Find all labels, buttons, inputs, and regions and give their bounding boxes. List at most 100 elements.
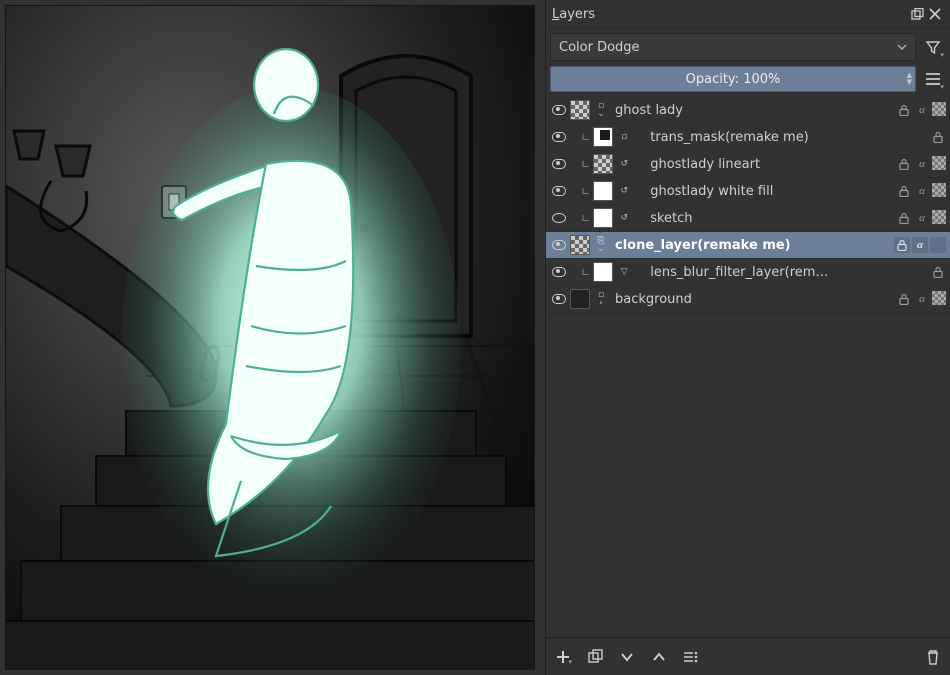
layer-name-label: ghostlady white fill [632,184,896,199]
move-layer-up-button[interactable] [648,646,670,668]
chevron-down-icon [897,44,907,50]
layer-row[interactable]: ▫⌄ghost lady α [546,97,950,124]
layer-props: α [896,291,948,307]
expand-toggle[interactable]: ▫› [595,291,607,307]
delete-layer-button[interactable] [922,646,944,668]
inherit-alpha-icon[interactable] [932,183,946,197]
layer-thumbnail [570,289,590,309]
layer-row[interactable]: ∟↺ghostlady white fillα [546,178,950,205]
lock-icon[interactable] [896,210,912,226]
inherit-alpha-icon[interactable] [932,210,946,224]
opacity-row: Opacity: 100% ▲▼ ▾ [546,65,950,97]
inherit-alpha-icon[interactable] [932,156,946,170]
lock-icon[interactable] [896,102,912,118]
add-layer-button[interactable]: ▾ [552,646,574,668]
opacity-spinner[interactable]: ▲▼ [907,72,912,86]
layer-thumbnail [593,154,613,174]
layer-thumbnail [570,235,590,255]
layers-panel: Layers Color Dodge ▾ Opacity: 100% ▲▼ ▾ [545,0,950,675]
layer-filter-button[interactable]: ▾ [920,33,946,61]
layer-props: α [896,102,948,118]
layer-props: α [896,156,948,172]
alpha-lock-icon[interactable]: α [914,102,930,118]
layer-props [930,264,948,280]
layer-name-label: lens_blur_filter_layer(rem… [632,265,930,280]
eye-open-icon [552,240,566,250]
eye-closed-icon [552,213,566,223]
eye-open-icon [552,267,566,277]
layer-thumbnail [593,127,613,147]
visibility-toggle[interactable] [548,267,570,277]
layers-list[interactable]: ▫⌄ghost ladyα∟▫trans_mask(remake me)∟↺gh… [546,97,950,637]
float-panel-button[interactable] [908,5,926,23]
layer-thumbnail [593,181,613,201]
expand-toggle[interactable]: ⎘⌄ [595,237,607,253]
visibility-toggle[interactable] [548,213,570,223]
layer-row[interactable]: ▫›background α [546,286,950,313]
layer-badge: ▽ [618,268,630,276]
chevron-down-icon: ▾ [568,658,572,666]
tree-indent: ∟ [570,266,593,279]
tree-indent: ∟ [570,212,593,225]
visibility-toggle[interactable] [548,186,570,196]
panel-header: Layers [546,0,950,29]
layer-thumbnail [570,100,590,120]
visibility-toggle[interactable] [548,294,570,304]
inherit-alpha-icon[interactable] [932,291,946,305]
layer-thumbnail [593,262,613,282]
layer-name-label: trans_mask(remake me) [632,130,930,145]
canvas[interactable] [5,5,535,670]
blend-mode-select[interactable]: Color Dodge [550,33,916,61]
duplicate-layer-button[interactable] [584,646,606,668]
visibility-toggle[interactable] [548,240,570,250]
visibility-toggle[interactable] [548,159,570,169]
alpha-lock-icon[interactable]: α [914,210,930,226]
layer-row[interactable]: ∟ ▫trans_mask(remake me) [546,124,950,151]
move-layer-down-button[interactable] [616,646,638,668]
lock-icon[interactable] [930,264,946,280]
layer-name-label: ghostlady lineart [632,157,896,172]
expand-toggle[interactable]: ▫⌄ [595,102,607,118]
lock-icon[interactable] [896,183,912,199]
opacity-slider[interactable]: Opacity: 100% ▲▼ [550,66,916,92]
tree-indent: ∟ [570,131,593,144]
tree-indent: ∟ [570,185,593,198]
layer-props [930,129,948,145]
layer-properties-button[interactable] [680,646,702,668]
lock-icon[interactable] [896,291,912,307]
lock-icon[interactable] [896,156,912,172]
layer-thumbnail [593,208,613,228]
lock-icon[interactable] [894,237,910,253]
chevron-down-icon: ▾ [940,51,944,59]
alpha-lock-icon[interactable]: α [912,237,928,253]
visibility-toggle[interactable] [548,132,570,142]
eye-open-icon [552,159,566,169]
layer-badge: ▫ [618,133,630,141]
layer-badge: ↺ [618,160,630,168]
close-panel-button[interactable] [926,5,944,23]
blend-mode-row: Color Dodge ▾ [546,29,950,65]
panel-menu-button[interactable]: ▾ [920,65,946,93]
alpha-lock-icon[interactable]: α [914,291,930,307]
eye-open-icon [552,105,566,115]
layer-name-label: ghost lady [609,103,896,118]
alpha-lock-icon[interactable]: α [914,183,930,199]
blend-mode-value: Color Dodge [559,40,640,55]
layers-bottom-bar: ▾ [546,637,950,675]
layer-props: α [896,210,948,226]
eye-open-icon [552,132,566,142]
lock-icon[interactable] [930,129,946,145]
layer-row[interactable]: ∟ ▽lens_blur_filter_layer(rem… [546,259,950,286]
visibility-toggle[interactable] [548,105,570,115]
prop-placeholder [930,237,946,253]
layer-row[interactable]: ∟↺ghostlady lineartα [546,151,950,178]
layer-name-label: sketch [632,211,896,226]
eye-open-icon [552,186,566,196]
layer-badge: ↺ [618,214,630,222]
canvas-area [0,0,545,675]
inherit-alpha-icon[interactable] [932,102,946,116]
layer-name-label: background [609,292,896,307]
alpha-lock-icon[interactable]: α [914,156,930,172]
layer-row[interactable]: ∟ ↺sketch α [546,205,950,232]
layer-row[interactable]: ⎘⌄clone_layer(remake me)α [546,232,950,259]
